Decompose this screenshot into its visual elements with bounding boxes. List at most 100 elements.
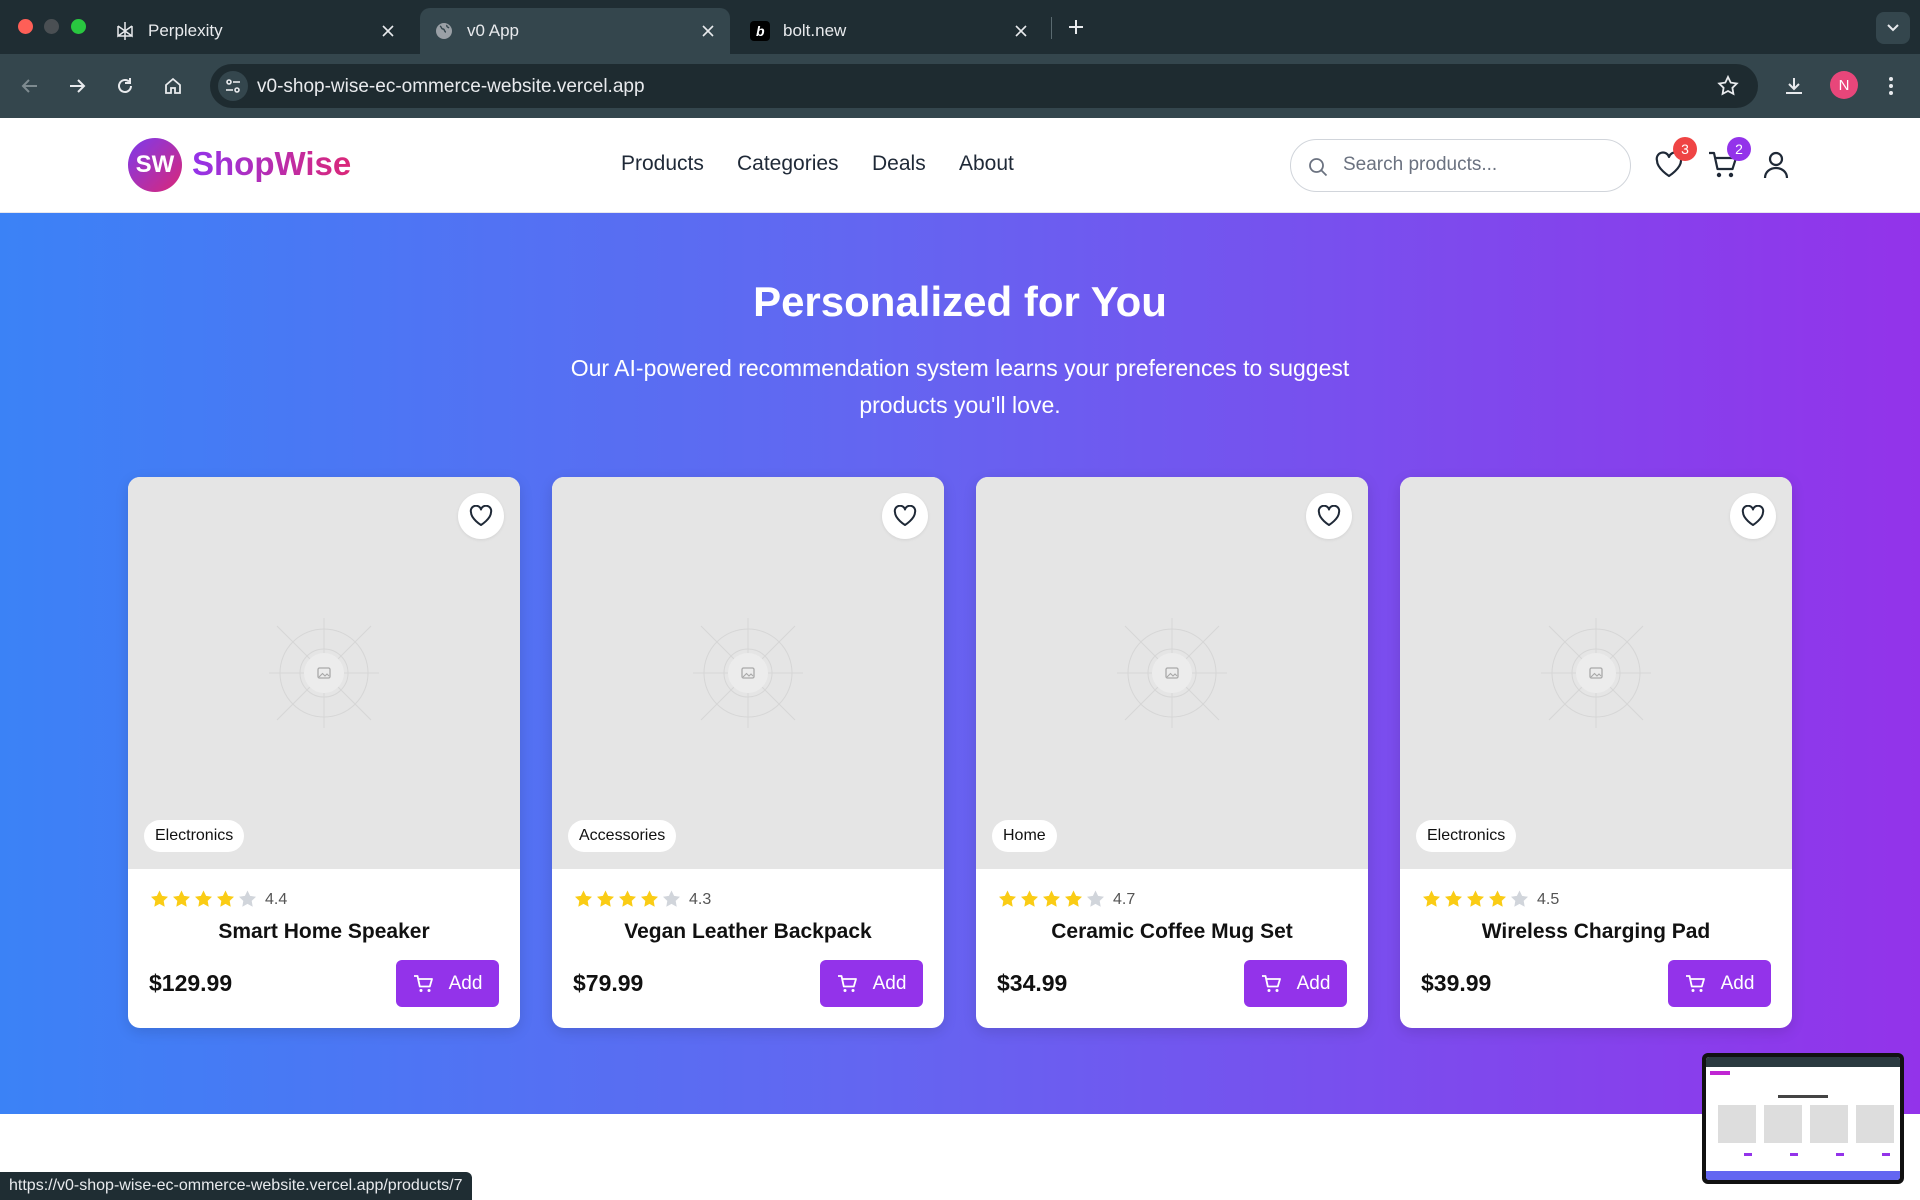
star-filled-icon: [1065, 890, 1082, 907]
star-filled-icon: [641, 890, 658, 907]
nav-deals[interactable]: Deals: [872, 152, 926, 176]
star-filled-icon: [217, 890, 234, 907]
address-bar[interactable]: v0-shop-wise-ec-ommerce-website.vercel.a…: [210, 64, 1758, 108]
tab-perplexity[interactable]: Perplexity: [100, 8, 410, 54]
product-name[interactable]: Wireless Charging Pad: [1400, 920, 1792, 944]
product-card[interactable]: Accessories 4.3 Vegan Leather Backpack $…: [552, 477, 944, 1028]
user-icon: [1763, 151, 1789, 179]
product-card[interactable]: Home 4.7 Ceramic Coffee Mug Set $34.99 A…: [976, 477, 1368, 1028]
product-rating: 4.4: [149, 889, 287, 910]
video-preview-thumbnail[interactable]: [1702, 1053, 1904, 1184]
star-filled-icon: [1467, 890, 1484, 907]
nav-categories[interactable]: Categories: [737, 152, 839, 176]
add-to-cart-button[interactable]: Add: [1244, 960, 1347, 1007]
product-image[interactable]: Accessories: [552, 477, 944, 869]
star-empty-icon: [1511, 890, 1528, 907]
search-icon: [1307, 156, 1329, 178]
preview-image: [1706, 1057, 1900, 1180]
search-box[interactable]: [1290, 139, 1631, 192]
nav-products[interactable]: Products: [621, 152, 704, 176]
add-to-wishlist-button[interactable]: [458, 493, 504, 539]
search-input[interactable]: [1343, 154, 1613, 176]
star-empty-icon: [239, 890, 256, 907]
site-settings-icon[interactable]: [218, 71, 248, 101]
star-filled-icon: [999, 890, 1016, 907]
heart-icon: [1317, 505, 1341, 526]
tab-bolt-new[interactable]: b bolt.new: [733, 8, 1043, 54]
svg-text:b: b: [756, 23, 765, 39]
tab-title: v0 App: [467, 21, 519, 40]
add-button-label: Add: [1296, 972, 1331, 994]
download-icon[interactable]: [1779, 71, 1809, 101]
add-to-wishlist-button[interactable]: [1730, 493, 1776, 539]
add-to-cart-button[interactable]: Add: [1668, 960, 1771, 1007]
product-name[interactable]: Vegan Leather Backpack: [552, 920, 944, 944]
site-header: SW ShopWise Products Categories Deals Ab…: [0, 118, 1920, 213]
cart-icon: [837, 974, 857, 992]
product-card[interactable]: Electronics 4.5 Wireless Charging Pad $3…: [1400, 477, 1792, 1028]
product-name[interactable]: Smart Home Speaker: [128, 920, 520, 944]
back-arrow-icon[interactable]: [15, 71, 45, 101]
product-card[interactable]: Electronics 4.4 Smart Home Speaker $129.…: [128, 477, 520, 1028]
tab-title: Perplexity: [148, 21, 223, 40]
globe-icon: [434, 21, 454, 41]
product-image[interactable]: Home: [976, 477, 1368, 869]
reload-icon[interactable]: [110, 71, 140, 101]
section-title: Personalized for You: [753, 278, 1167, 325]
account-button[interactable]: [1760, 149, 1792, 181]
cart-button[interactable]: 2: [1707, 137, 1751, 181]
add-to-cart-button[interactable]: Add: [820, 960, 923, 1007]
maximize-window-button[interactable]: [71, 19, 86, 34]
minimize-window-button[interactable]: [44, 19, 59, 34]
heart-icon: [893, 505, 917, 526]
close-tab-icon[interactable]: [698, 21, 718, 41]
product-price: $34.99: [997, 970, 1068, 996]
home-icon[interactable]: [158, 71, 188, 101]
category-badge: Home: [992, 820, 1057, 852]
product-rating: 4.3: [573, 889, 711, 910]
star-filled-icon: [1423, 890, 1440, 907]
rating-value: 4.3: [689, 890, 712, 908]
forward-arrow-icon[interactable]: [62, 71, 92, 101]
star-empty-icon: [663, 890, 680, 907]
tab-divider: [1051, 17, 1052, 39]
star-filled-icon: [619, 890, 636, 907]
star-empty-icon: [1087, 890, 1104, 907]
rating-value: 4.7: [1113, 890, 1136, 908]
wishlist-button[interactable]: 3: [1653, 137, 1697, 181]
cart-icon: [413, 974, 433, 992]
tab-v0-app[interactable]: v0 App: [420, 8, 730, 54]
add-button-label: Add: [1720, 972, 1755, 994]
browser-toolbar: v0-shop-wise-ec-ommerce-website.vercel.a…: [0, 54, 1920, 118]
add-to-wishlist-button[interactable]: [882, 493, 928, 539]
close-window-button[interactable]: [18, 19, 33, 34]
star-filled-icon: [173, 890, 190, 907]
browser-menu-icon[interactable]: [1876, 71, 1906, 101]
close-tab-icon[interactable]: [378, 21, 398, 41]
bolt-icon: b: [750, 21, 770, 41]
nav-about[interactable]: About: [959, 152, 1014, 176]
add-to-cart-button[interactable]: Add: [396, 960, 499, 1007]
product-image[interactable]: Electronics: [1400, 477, 1792, 869]
product-name[interactable]: Ceramic Coffee Mug Set: [976, 920, 1368, 944]
close-tab-icon[interactable]: [1011, 21, 1031, 41]
new-tab-icon[interactable]: [1063, 14, 1089, 40]
add-to-wishlist-button[interactable]: [1306, 493, 1352, 539]
logo-badge[interactable]: SW: [128, 138, 182, 192]
profile-avatar[interactable]: N: [1830, 71, 1858, 99]
star-filled-icon: [1445, 890, 1462, 907]
perplexity-icon: [115, 21, 135, 41]
category-badge: Electronics: [1416, 820, 1517, 852]
bookmark-star-icon[interactable]: [1716, 74, 1740, 98]
rating-value: 4.4: [265, 890, 288, 908]
logo-text[interactable]: ShopWise: [192, 145, 351, 183]
category-badge: Electronics: [144, 820, 245, 852]
heart-icon: [469, 505, 493, 526]
browser-tab-bar: Perplexity v0 App b bolt.new: [0, 0, 1920, 54]
image-placeholder-icon: [1541, 618, 1651, 728]
product-rating: 4.7: [997, 889, 1135, 910]
url-text[interactable]: v0-shop-wise-ec-ommerce-website.vercel.a…: [257, 76, 645, 98]
image-placeholder-icon: [693, 618, 803, 728]
tab-search-chevron-icon[interactable]: [1876, 12, 1910, 44]
product-image[interactable]: Electronics: [128, 477, 520, 869]
